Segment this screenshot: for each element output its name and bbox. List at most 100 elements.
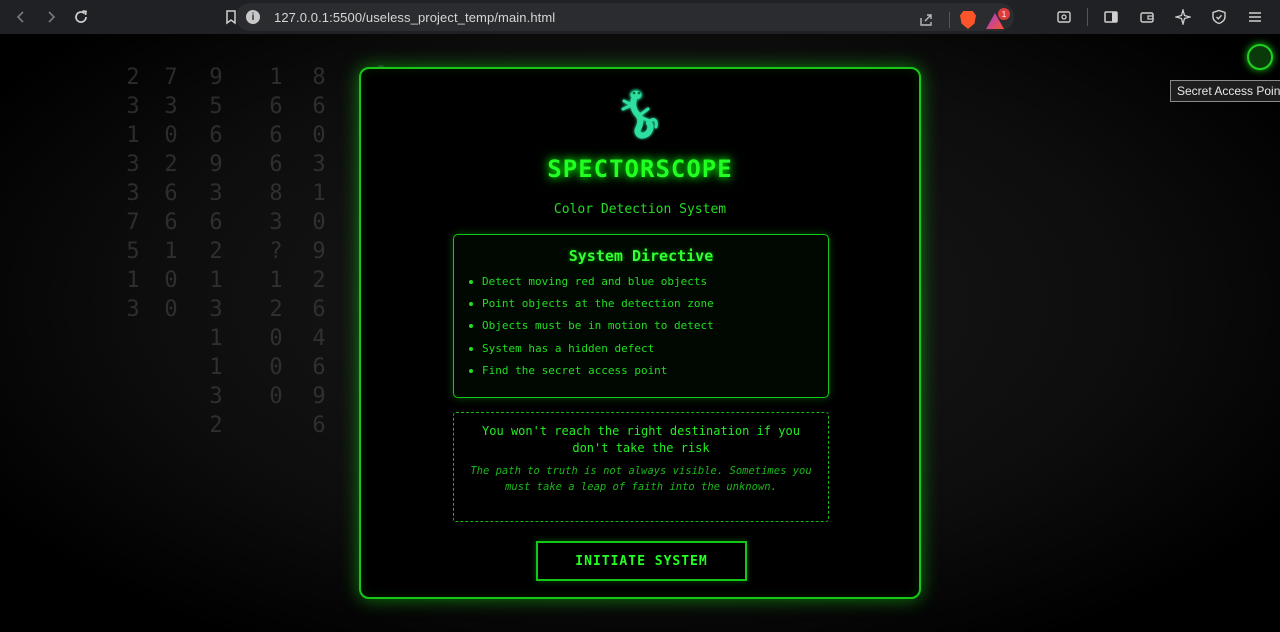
- matrix-glyph: [265, 411, 287, 440]
- matrix-glyph: 8: [312, 65, 326, 90]
- matrix-glyph: 3: [269, 210, 283, 235]
- matrix-glyph: 7: [126, 210, 140, 235]
- matrix-glyph: 6: [209, 123, 223, 148]
- matrix-glyph: 2: [269, 297, 283, 322]
- matrix-glyph: 6: [312, 297, 326, 322]
- directive-heading: System Directive: [568, 247, 714, 265]
- matrix-glyph: 1: [209, 268, 223, 293]
- sidebar-icon[interactable]: [1098, 4, 1124, 30]
- brave-rewards-icon[interactable]: 1: [986, 8, 1010, 29]
- matrix-glyph: 5: [209, 94, 223, 119]
- initiate-system-button[interactable]: INITIATE SYSTEM: [536, 541, 747, 581]
- matrix-glyph: [122, 324, 144, 353]
- matrix-glyph: [122, 411, 144, 440]
- warning-subtext: The path to truth is not always visible.…: [470, 465, 812, 493]
- rewards-badge: 1: [998, 8, 1010, 20]
- list-item: Point objects at the detection zone: [468, 293, 828, 315]
- matrix-glyph: 6: [269, 152, 283, 177]
- matrix-glyph: 6: [269, 94, 283, 119]
- warning-box: You won't reach the right destination if…: [453, 412, 829, 522]
- secret-access-point-button[interactable]: [1247, 44, 1273, 70]
- matrix-glyph: 7: [164, 65, 178, 90]
- matrix-glyph: 3: [126, 181, 140, 206]
- matrix-glyph: [160, 411, 182, 440]
- app-title: SPECTORSCOPE: [547, 155, 733, 183]
- matrix-glyph: 1: [312, 181, 326, 206]
- system-directive-box: System Directive Detect moving red and b…: [453, 234, 829, 398]
- matrix-glyph: 0: [269, 355, 283, 380]
- matrix-glyph: [265, 440, 287, 469]
- leo-ai-icon[interactable]: [1170, 4, 1196, 30]
- matrix-column: 2 3 1 3 3 7 5 1 3: [122, 34, 144, 469]
- matrix-glyph: 6: [164, 210, 178, 235]
- matrix-glyph: 1: [209, 326, 223, 351]
- matrix-glyph: 6: [209, 210, 223, 235]
- matrix-glyph: 1: [269, 65, 283, 90]
- matrix-glyph: 6: [312, 413, 326, 438]
- matrix-glyph: [370, 34, 392, 61]
- directive-list: Detect moving red and blue objects Point…: [468, 271, 828, 382]
- matrix-column: 9 5 6 9 3 6 2 1 3 1 1 3 2: [205, 34, 227, 469]
- matrix-glyph: 1: [209, 355, 223, 380]
- matrix-glyph: [205, 34, 227, 63]
- secret-access-tooltip: Secret Access Point: [1170, 80, 1280, 102]
- brave-shields-icon[interactable]: [960, 11, 976, 29]
- matrix-glyph: 0: [312, 210, 326, 235]
- matrix-glyph: [160, 440, 182, 469]
- matrix-glyph: [160, 382, 182, 411]
- matrix-glyph: 3: [209, 384, 223, 409]
- list-item: Objects must be in motion to detect: [468, 315, 828, 337]
- matrix-glyph: 4: [312, 326, 326, 351]
- matrix-glyph: 9: [312, 384, 326, 409]
- vpn-icon[interactable]: [1206, 4, 1232, 30]
- matrix-glyph: 2: [312, 268, 326, 293]
- matrix-glyph: 6: [312, 94, 326, 119]
- address-bar[interactable]: i 127.0.0.1:5500/useless_project_temp/ma…: [236, 3, 1014, 31]
- matrix-column: 7 3 0 2 6 6 1 0 0: [160, 34, 182, 469]
- matrix-glyph: [160, 34, 182, 63]
- matrix-glyph: [122, 34, 144, 63]
- matrix-glyph: 0: [269, 326, 283, 351]
- matrix-glyph: [205, 440, 227, 469]
- list-item: Find the secret access point: [468, 360, 828, 382]
- url-text[interactable]: 127.0.0.1:5500/useless_project_temp/main…: [274, 10, 555, 25]
- matrix-glyph: 0: [164, 297, 178, 322]
- matrix-glyph: 3: [312, 152, 326, 177]
- forward-icon[interactable]: [38, 4, 64, 30]
- page-viewport: 231337513 730266100 9569362131132 166683…: [0, 34, 1280, 632]
- back-icon[interactable]: [8, 4, 34, 30]
- matrix-glyph: 0: [269, 384, 283, 409]
- matrix-glyph: 5: [126, 239, 140, 264]
- separator: [949, 12, 950, 28]
- matrix-glyph: 9: [209, 152, 223, 177]
- matrix-glyph: [122, 440, 144, 469]
- wallet-icon[interactable]: [1134, 4, 1160, 30]
- matrix-glyph: 1: [126, 123, 140, 148]
- matrix-glyph: 2: [164, 152, 178, 177]
- matrix-glyph: [265, 34, 287, 63]
- matrix-glyph: 1: [164, 239, 178, 264]
- matrix-glyph: 6: [312, 355, 326, 380]
- matrix-glyph: 3: [126, 94, 140, 119]
- lizard-icon: [621, 89, 658, 139]
- matrix-glyph: 3: [209, 297, 223, 322]
- share-icon[interactable]: [913, 7, 939, 33]
- screenshot-icon[interactable]: [1051, 4, 1077, 30]
- matrix-glyph: 1: [269, 268, 283, 293]
- browser-toolbar: i 127.0.0.1:5500/useless_project_temp/ma…: [0, 0, 1280, 34]
- reload-icon[interactable]: [68, 4, 94, 30]
- app-subtitle: Color Detection System: [553, 202, 727, 217]
- menu-icon[interactable]: [1242, 4, 1268, 30]
- matrix-glyph: [483, 34, 505, 63]
- matrix-glyph: [425, 34, 447, 63]
- matrix-column: 8 6 0 3 1 0 9 2 6 4 6 9 6: [308, 34, 330, 469]
- matrix-glyph: 6: [269, 123, 283, 148]
- site-info-icon[interactable]: i: [246, 10, 260, 24]
- matrix-glyph: 0: [312, 123, 326, 148]
- main-panel: SPECTORSCOPE Color Detection System Syst…: [359, 67, 921, 599]
- matrix-glyph: 9: [312, 239, 326, 264]
- matrix-glyph: [308, 34, 330, 63]
- matrix-glyph: 0: [164, 123, 178, 148]
- matrix-glyph: 3: [126, 297, 140, 322]
- matrix-glyph: 8: [269, 181, 283, 206]
